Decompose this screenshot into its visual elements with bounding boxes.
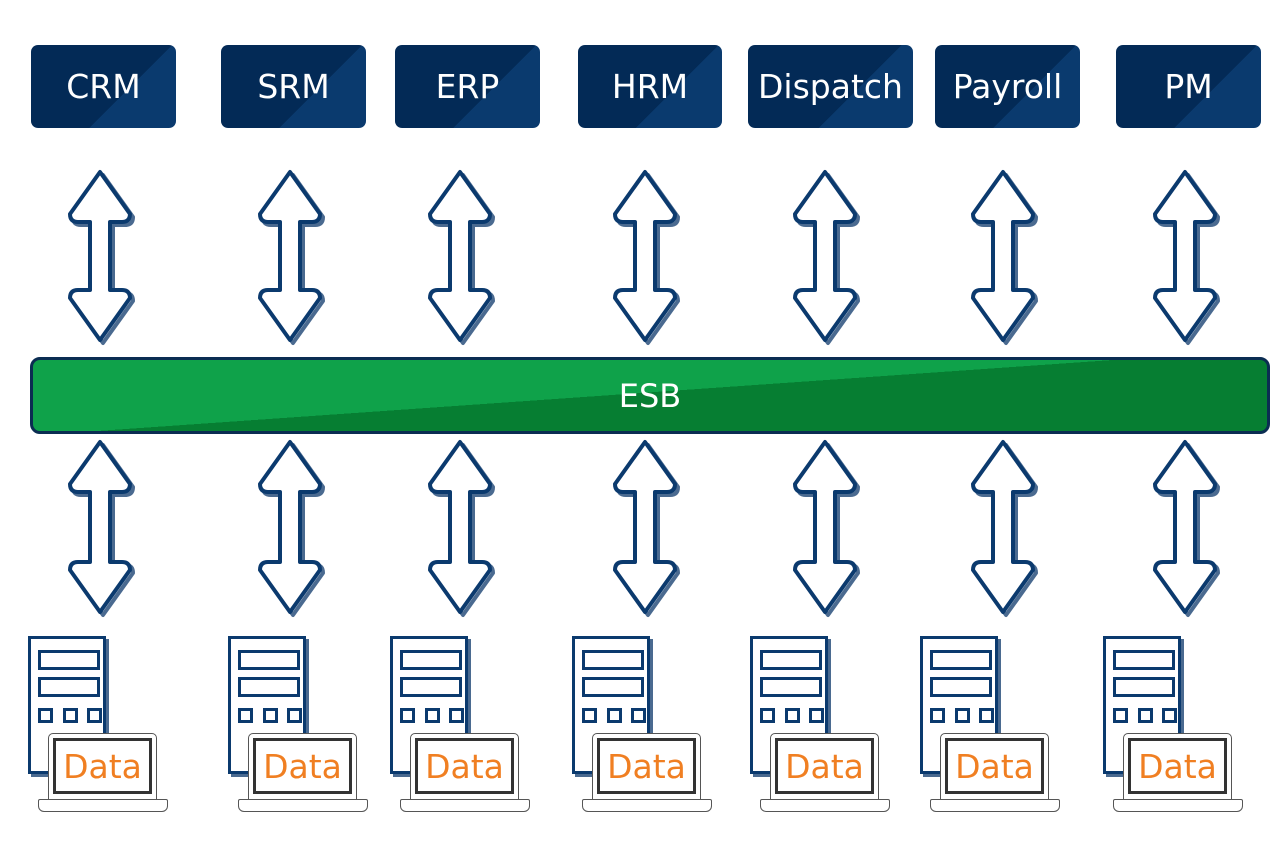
data-label: Data (607, 746, 686, 786)
laptop-icon: Data (582, 733, 712, 813)
laptop-icon: Data (930, 733, 1060, 813)
data-label: Data (63, 746, 142, 786)
laptop-icon: Data (1113, 733, 1243, 813)
system-label: PM (1164, 67, 1213, 106)
esb-label: ESB (618, 376, 682, 415)
system-box-dispatch: Dispatch (748, 45, 913, 128)
laptop-icon: Data (760, 733, 890, 813)
system-label: Payroll (952, 67, 1063, 106)
data-label: Data (425, 746, 504, 786)
system-label: SRM (257, 67, 330, 106)
system-label: Dispatch (758, 67, 903, 106)
system-box-pm: PM (1116, 45, 1261, 128)
system-label: CRM (66, 67, 141, 106)
laptop-icon: Data (238, 733, 368, 813)
esb-bus: ESB (30, 357, 1270, 434)
system-box-payroll: Payroll (935, 45, 1080, 128)
data-label: Data (785, 746, 864, 786)
laptop-icon: Data (38, 733, 168, 813)
system-box-hrm: HRM (578, 45, 722, 128)
data-label: Data (1138, 746, 1217, 786)
laptop-icon: Data (400, 733, 530, 813)
data-label: Data (955, 746, 1034, 786)
system-label: ERP (435, 67, 500, 106)
system-box-crm: CRM (31, 45, 176, 128)
system-label: HRM (611, 67, 689, 106)
double-arrow-icon (1153, 440, 1220, 617)
data-label: Data (263, 746, 342, 786)
system-box-srm: SRM (221, 45, 366, 128)
system-box-erp: ERP (395, 45, 540, 128)
